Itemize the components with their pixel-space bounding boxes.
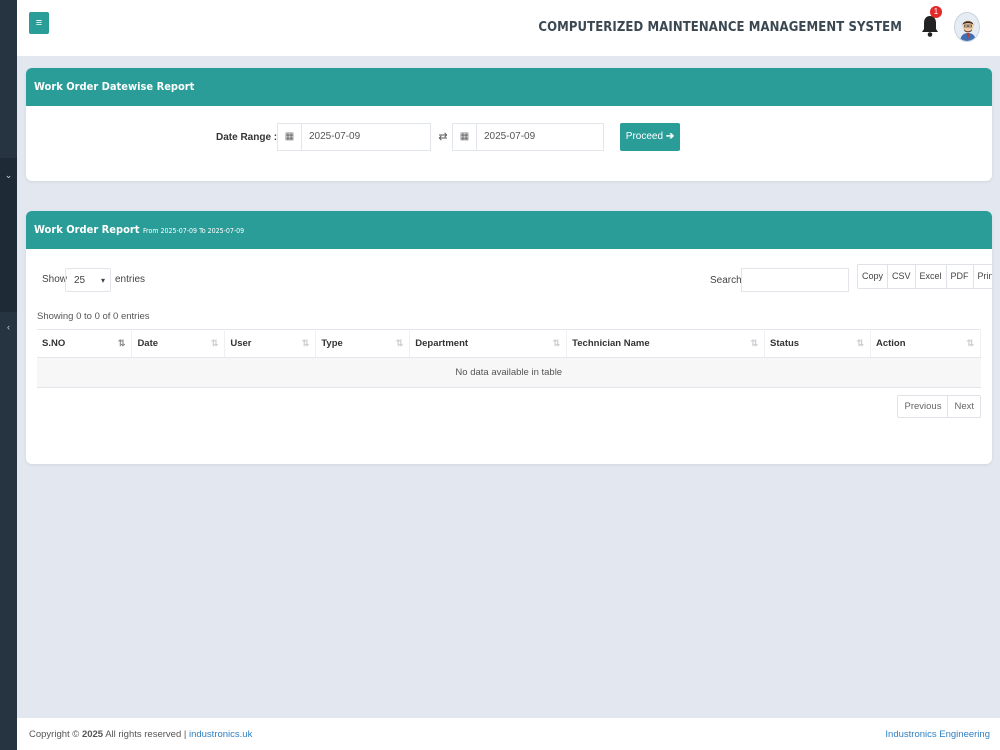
table-info: Showing 0 to 0 of 0 entries <box>37 311 150 322</box>
from-date-value: 2025-07-09 <box>309 131 361 142</box>
footer-company[interactable]: Industronics Engineering <box>885 729 990 740</box>
col-technician-name[interactable]: Technician Name ⇅ <box>566 329 766 358</box>
col-label: User <box>230 338 252 349</box>
export-buttons: Copy CSV Excel PDF Print <box>857 264 992 289</box>
footer-copyright: Copyright © 2025 All rights reserved | i… <box>29 729 252 740</box>
show-label: Show <box>42 274 68 285</box>
copyright-rights: All rights reserved | <box>103 729 189 740</box>
entries-length-select[interactable]: 25 ▾ <box>65 268 111 292</box>
sort-icon: ⇅ <box>395 338 404 348</box>
sidebar-active-band <box>0 158 17 312</box>
next-button[interactable]: Next <box>948 396 980 417</box>
pagination: Previous Next <box>897 395 981 418</box>
sort-icon: ⇅ <box>210 338 219 348</box>
proceed-label: Proceed <box>625 131 664 142</box>
table-header-row: S.NO ⇅ Date ⇅ User ⇅ Type ⇅ Department ⇅ Tech… <box>37 329 982 358</box>
menu-toggle-button[interactable]: ≡ <box>29 12 49 34</box>
report-subtitle: From 2025-07-09 To 2025-07-09 <box>142 227 245 235</box>
footer: Copyright © 2025 All rights reserved | i… <box>17 718 1000 750</box>
proceed-button[interactable]: Proceed ➔ <box>620 123 680 151</box>
sort-icon: ⇅ <box>966 338 974 348</box>
col-label: Department <box>415 338 469 349</box>
sidebar: ⌄ ‹ <box>0 0 17 750</box>
pdf-button[interactable]: PDF <box>947 265 974 288</box>
col-sno[interactable]: S.NO ⇅ <box>37 329 133 358</box>
col-user[interactable]: User ⇅ <box>224 329 317 358</box>
date-range-card: Work Order Datewise Report Date Range : … <box>26 68 992 181</box>
sort-icon: ⇅ <box>301 338 310 348</box>
date-card-title: Work Order Datewise Report <box>26 68 992 106</box>
copy-button[interactable]: Copy <box>858 265 889 288</box>
col-label: Action <box>875 338 906 349</box>
col-department[interactable]: Department ⇅ <box>409 329 568 358</box>
calendar-icon: ▦ <box>453 124 477 150</box>
report-card-header: Work Order Report From 2025-07-09 To 202… <box>26 211 992 249</box>
col-label: S.NO <box>42 338 66 349</box>
arrow-right-icon: ➔ <box>665 131 675 142</box>
col-status[interactable]: Status ⇅ <box>764 329 871 358</box>
col-label: Status <box>770 338 800 349</box>
calendar-icon: ▦ <box>278 124 302 150</box>
sort-icon: ⇅ <box>856 338 864 348</box>
copyright-prefix: Copyright © <box>29 729 82 740</box>
date-range-row: Date Range : ▦ 2025-07-09 ⇄ ▦ 2025-07-09… <box>26 106 992 181</box>
table-row: No data available in table <box>37 357 981 388</box>
report-title: Work Order Report <box>34 223 140 236</box>
col-action[interactable]: Action ⇅ <box>870 329 982 358</box>
entries-label: entries <box>115 274 146 285</box>
to-date-value: 2025-07-09 <box>484 131 536 142</box>
col-label: Technician Name <box>572 338 650 349</box>
search-label: Search: <box>710 275 745 286</box>
col-type[interactable]: Type ⇅ <box>315 329 411 358</box>
sort-icon: ⇅ <box>117 338 126 348</box>
entries-length-value: 25 <box>74 275 86 286</box>
print-button[interactable]: Print <box>974 265 992 288</box>
app-title: COMPUTERIZED MAINTENANCE MANAGEMENT SYST… <box>538 20 902 35</box>
empty-message: No data available in table <box>37 357 981 388</box>
chevron-down-icon: ▾ <box>100 276 105 285</box>
col-label: Type <box>321 338 343 349</box>
work-order-table: S.NO ⇅ Date ⇅ User ⇅ Type ⇅ Department ⇅ Tech… <box>37 329 982 388</box>
user-avatar[interactable] <box>954 12 980 42</box>
csv-button[interactable]: CSV <box>888 265 916 288</box>
copyright-year: 2025 <box>81 729 104 740</box>
to-date-field[interactable]: ▦ 2025-07-09 <box>452 123 604 151</box>
top-bar: ≡ COMPUTERIZED MAINTENANCE MANAGEMENT SY… <box>17 0 1000 56</box>
chevron-left-icon[interactable]: ‹ <box>0 322 17 332</box>
from-date-field[interactable]: ▦ 2025-07-09 <box>277 123 431 151</box>
sort-icon: ⇅ <box>750 338 759 348</box>
search-input[interactable] <box>741 268 849 292</box>
notification-badge: 1 <box>930 6 942 18</box>
col-date[interactable]: Date ⇅ <box>131 329 226 358</box>
col-label: Date <box>137 338 159 349</box>
footer-link[interactable]: industronics.uk <box>189 729 252 740</box>
chevron-down-icon[interactable]: ⌄ <box>0 170 17 181</box>
report-card: Work Order Report From 2025-07-09 To 202… <box>26 211 992 464</box>
notification-bell-icon[interactable]: 1 <box>920 6 942 38</box>
excel-button[interactable]: Excel <box>916 265 947 288</box>
sort-icon: ⇅ <box>552 338 561 348</box>
previous-button[interactable]: Previous <box>898 396 949 417</box>
date-range-label: Date Range : <box>216 132 278 143</box>
table-toolbar: Show 25 ▾ entries Search: Copy CSV Excel… <box>26 249 992 329</box>
